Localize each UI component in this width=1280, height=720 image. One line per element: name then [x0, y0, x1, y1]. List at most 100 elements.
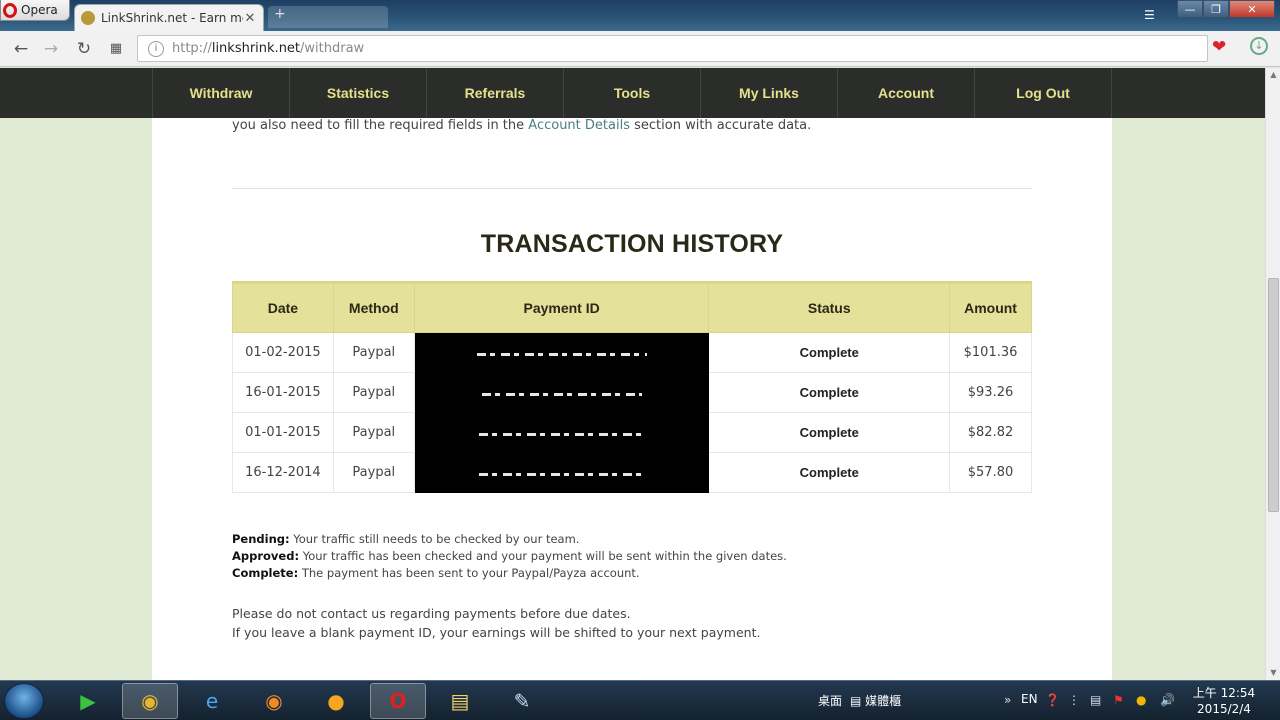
help-icon[interactable]: ❓ [1045, 693, 1060, 707]
opera-taskbar-icon[interactable]: O [370, 683, 426, 719]
table-row: 16-12-2014 Paypal Complete $57.80 [232, 452, 1032, 493]
nav-tools[interactable]: Tools [564, 68, 701, 118]
column-header-method: Method [332, 281, 415, 333]
nav-log-out[interactable]: Log Out [975, 68, 1112, 118]
cell-status: Complete [708, 412, 951, 453]
window-maximize-button[interactable]: ❐ [1203, 0, 1229, 18]
window-minimize-button[interactable]: — [1177, 0, 1203, 18]
clock-date: 2015/2/4 [1197, 702, 1251, 716]
desktop-toolbar-label[interactable]: 桌面 [818, 692, 842, 709]
cell-amount: $101.36 [949, 332, 1032, 373]
firefox-icon[interactable]: ◉ [246, 683, 302, 719]
column-header-payment-id: Payment ID [413, 281, 710, 333]
note-line-2: If you leave a blank payment ID, your ea… [232, 625, 761, 640]
cell-date: 16-12-2014 [232, 452, 334, 493]
legend-complete: Complete: The payment has been sent to y… [232, 566, 640, 580]
download-icon[interactable]: ↓ [1250, 37, 1268, 55]
cell-method: Paypal [332, 372, 415, 413]
column-header-status: Status [708, 281, 951, 333]
nav-referrals[interactable]: Referrals [427, 68, 564, 118]
action-center-icon[interactable]: ⚑ [1113, 693, 1124, 707]
messenger-icon[interactable]: ● [308, 683, 364, 719]
new-tab-button[interactable]: + [268, 6, 388, 28]
table-row: 01-01-2015 Paypal Complete $82.82 [232, 412, 1032, 453]
transaction-table: Date Method Payment ID Status Amount 01-… [232, 281, 1032, 493]
status-legend: Pending: Your traffic still needs to be … [232, 531, 787, 582]
cell-amount: $57.80 [949, 452, 1032, 493]
column-header-date: Date [232, 281, 334, 333]
reload-icon[interactable]: ↻ [73, 38, 95, 60]
media-player-icon[interactable]: ▶ [60, 683, 116, 719]
table-row: 16-01-2015 Paypal Complete $93.26 [232, 372, 1032, 413]
internet-explorer-icon[interactable]: e [184, 683, 240, 719]
site-info-icon[interactable]: i [148, 40, 164, 57]
nav-statistics[interactable]: Statistics [290, 68, 427, 118]
url-text: http://linkshrink.net/withdraw [172, 41, 365, 56]
tray-expand-icon[interactable]: » [1004, 693, 1011, 707]
page-scrollbar[interactable]: ▲ ▼ [1265, 68, 1280, 680]
clock-time: 上午 12:54 [1192, 686, 1256, 700]
app-tray-icon[interactable]: ● [1136, 693, 1146, 707]
window-close-button[interactable]: ✕ [1229, 0, 1275, 18]
browser-tab-active[interactable]: LinkShrink.net - Earn mor ✕ [74, 4, 264, 31]
address-bar[interactable]: i http://linkshrink.net/withdraw [137, 35, 1208, 62]
nav-my-links[interactable]: My Links [701, 68, 838, 118]
browser-tab-strip: Opera LinkShrink.net - Earn mor ✕ + ☰ — … [0, 0, 1280, 31]
chrome-icon[interactable]: ◉ [122, 683, 178, 719]
tab-menu-icon[interactable]: ☰ [1144, 8, 1155, 22]
nav-account[interactable]: Account [838, 68, 975, 118]
page-title: TRANSACTION HISTORY [480, 230, 784, 258]
cell-payment-id-redacted [413, 412, 710, 453]
page-viewport: Withdraw Statistics Referrals Tools My L… [0, 68, 1265, 680]
cell-date: 16-01-2015 [232, 372, 334, 413]
cell-payment-id-redacted [413, 372, 710, 413]
scroll-thumb[interactable] [1268, 278, 1279, 512]
section-divider [232, 188, 1032, 189]
notepad-icon[interactable]: ✎ [494, 683, 550, 719]
back-arrow-icon[interactable]: ← [10, 38, 32, 60]
nav-list: Withdraw Statistics Referrals Tools My L… [152, 68, 1112, 118]
legend-pending: Pending: Your traffic still needs to be … [232, 532, 580, 546]
cell-method: Paypal [332, 412, 415, 453]
cell-payment-id-redacted [413, 452, 710, 493]
table-row: 01-02-2015 Paypal Complete $101.36 [232, 332, 1032, 373]
opera-menu-label: Opera [21, 3, 58, 17]
cell-date: 01-01-2015 [232, 412, 334, 453]
cell-amount: $82.82 [949, 412, 1032, 453]
nav-withdraw[interactable]: Withdraw [153, 68, 290, 118]
cell-status: Complete [708, 332, 951, 373]
site-favicon-icon [81, 11, 95, 25]
file-explorer-icon[interactable]: ▤ [432, 683, 488, 719]
table-header-row: Date Method Payment ID Status Amount [232, 281, 1032, 333]
network-icon[interactable]: ▤ [1090, 693, 1101, 707]
cell-amount: $93.26 [949, 372, 1032, 413]
main-content: you also need to fill the required field… [152, 118, 1112, 680]
opera-menu-button[interactable]: Opera [0, 0, 70, 21]
note-line-1: Please do not contact us regarding payme… [232, 606, 631, 621]
site-navigation: Withdraw Statistics Referrals Tools My L… [0, 68, 1265, 118]
stash-heart-icon[interactable]: ❤ [1212, 37, 1226, 57]
intro-text: you also need to fill the required field… [232, 118, 812, 133]
column-header-amount: Amount [949, 281, 1032, 333]
payment-notes: Please do not contact us regarding payme… [232, 604, 760, 642]
ime-icon[interactable]: ⋮ [1068, 693, 1080, 707]
browser-toolbar: ← → ↻ ▦ i http://linkshrink.net/withdraw… [0, 31, 1280, 67]
tab-close-icon[interactable]: ✕ [243, 11, 257, 26]
library-toolbar-label[interactable]: ▤ 媒體櫃 [850, 692, 901, 709]
speed-dial-grid-icon[interactable]: ▦ [105, 38, 127, 60]
tab-title: LinkShrink.net - Earn mor [101, 11, 243, 25]
cell-method: Paypal [332, 332, 415, 373]
volume-icon[interactable]: 🔊 [1160, 693, 1175, 707]
scroll-down-arrow-icon[interactable]: ▼ [1266, 666, 1280, 680]
system-clock[interactable]: 上午 12:54 2015/2/4 [1192, 685, 1256, 717]
language-indicator[interactable]: EN [1021, 692, 1038, 706]
cell-status: Complete [708, 372, 951, 413]
cell-method: Paypal [332, 452, 415, 493]
opera-logo-icon [3, 2, 17, 18]
forward-arrow-icon[interactable]: → [40, 38, 62, 60]
scroll-up-arrow-icon[interactable]: ▲ [1266, 68, 1280, 82]
cell-payment-id-redacted [413, 332, 710, 373]
account-details-link[interactable]: Account Details [528, 118, 630, 133]
cell-date: 01-02-2015 [232, 332, 334, 373]
start-button[interactable] [4, 683, 44, 719]
